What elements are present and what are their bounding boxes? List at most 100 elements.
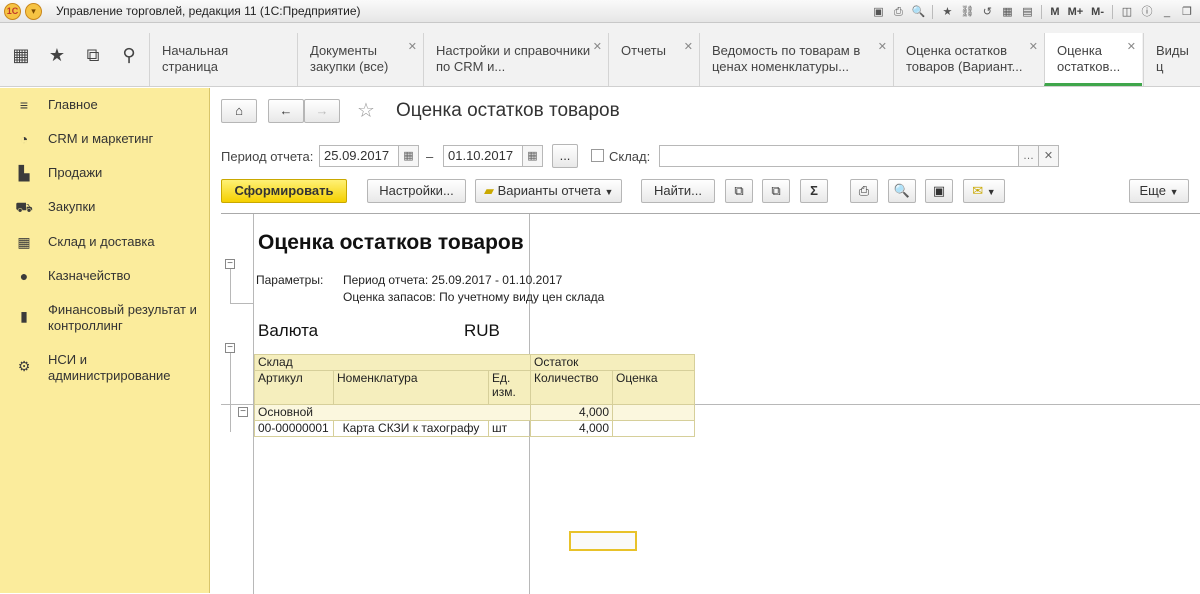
table-row[interactable]: 00-00000001 Карта СКЗИ к тахографу шт 4,…	[254, 420, 695, 437]
send-email-button[interactable]: ✉ ▼	[963, 179, 1005, 203]
parameter-valuation: Оценка запасов: По учетному виду цен скл…	[343, 290, 605, 304]
favorites-icon[interactable]: ★	[938, 3, 956, 21]
generate-button[interactable]: Сформировать	[221, 179, 347, 203]
print-icon[interactable]: ⎙	[850, 179, 878, 203]
qty-cell: 4,000	[530, 420, 613, 437]
collapse-toggle[interactable]: −	[225, 259, 235, 269]
report-variants-button[interactable]: ▰ Варианты отчета ▼	[475, 179, 622, 203]
date-from-field[interactable]: 25.09.2017	[319, 145, 399, 167]
period-select-button[interactable]: ...	[552, 144, 578, 168]
save-icon[interactable]: ▣	[869, 3, 887, 21]
tab-label: Оценка остатков товаров (Вариант...	[906, 43, 1023, 74]
tab-label: Документы закупки (все)	[310, 43, 389, 74]
print-icon[interactable]: ⎙	[889, 3, 907, 21]
group-line	[230, 348, 231, 432]
warehouse-field[interactable]	[659, 145, 1019, 167]
sidebar-item-admin[interactable]: ⚙ НСИ и администрирование	[0, 352, 210, 384]
tab-stock-valuation-variant[interactable]: Оценка остатков товаров (Вариант... ✕	[893, 33, 1044, 86]
preview-icon[interactable]: 🔍	[909, 3, 927, 21]
link-icon[interactable]: ⛓	[958, 3, 976, 21]
tab-label: Начальная страница	[162, 43, 229, 74]
restore-icon[interactable]: ❐	[1178, 3, 1196, 21]
sidebar-item-purchases[interactable]: ⛟ Закупки	[0, 199, 210, 218]
close-icon[interactable]: ✕	[878, 39, 887, 55]
sidebar-item-sales[interactable]: ▙ Продажи	[0, 165, 210, 182]
item-cell: Карта СКЗИ к тахографу	[333, 420, 489, 437]
parameters-label: Параметры:	[256, 273, 324, 287]
tab-label: Оценка остатков...	[1057, 43, 1121, 74]
calendar-icon[interactable]: ▦	[523, 145, 543, 167]
date-to-field[interactable]: 01.10.2017	[443, 145, 523, 167]
tab-reports[interactable]: Отчеты ✕	[608, 33, 699, 86]
forward-button[interactable]: →	[304, 99, 340, 123]
close-icon[interactable]: ✕	[593, 39, 602, 55]
cart-icon: ⛟	[15, 199, 33, 215]
select-button[interactable]: …	[1019, 145, 1039, 167]
collapse-toggle[interactable]: −	[238, 407, 248, 417]
calculator-icon[interactable]: ▦	[998, 3, 1016, 21]
coin-icon: ●	[19, 268, 29, 284]
info-icon[interactable]: ⓘ	[1138, 3, 1156, 21]
currency-value: RUB	[464, 321, 500, 340]
sidebar-item-finance[interactable]: ▮ Финансовый результат и контроллинг	[0, 302, 210, 334]
home-button[interactable]: ⌂	[221, 99, 257, 123]
calendar-icon[interactable]: ▤	[1018, 3, 1036, 21]
back-button[interactable]: ←	[268, 99, 304, 123]
close-icon[interactable]: ✕	[684, 39, 693, 55]
bag-icon: ▙	[18, 165, 30, 181]
find-button[interactable]: Найти...	[641, 179, 715, 203]
close-icon[interactable]: ✕	[408, 39, 417, 55]
group-name-cell: Основной	[254, 404, 531, 421]
sidebar-item-warehouse[interactable]: ▦ Склад и доставка	[0, 234, 210, 251]
arrow-left-icon: ←	[279, 103, 293, 118]
close-icon[interactable]: ✕	[1127, 39, 1136, 55]
save-icon[interactable]: ▣	[925, 179, 953, 203]
close-icon[interactable]: ✕	[1029, 39, 1038, 55]
calendar-icon[interactable]: ▦	[399, 145, 419, 167]
group-value-cell	[612, 404, 695, 421]
clear-icon[interactable]: ✕	[1039, 145, 1059, 167]
history-icon[interactable]: ⧉	[75, 37, 111, 73]
warehouse-checkbox[interactable]	[591, 149, 604, 162]
memory-add-button[interactable]: M+	[1065, 3, 1087, 21]
paste-icon[interactable]: ⧉	[762, 179, 790, 203]
sidebar-item-label: НСИ и администрирование	[48, 352, 171, 383]
memory-button[interactable]: M	[1047, 3, 1062, 21]
report-spreadsheet[interactable]: − − − Оценка остатков товаров Параметры:…	[221, 213, 1200, 594]
header-cell: Склад	[254, 354, 531, 371]
sidebar-item-main[interactable]: ≡ Главное	[0, 97, 210, 113]
tab-home[interactable]: Начальная страница	[149, 33, 297, 86]
history-icon[interactable]: ↺	[978, 3, 996, 21]
tab-stock-valuation[interactable]: Оценка остатков... ✕	[1044, 33, 1142, 86]
sidebar-item-crm[interactable]: ◔ CRM и маркетинг	[0, 131, 210, 147]
copy-icon[interactable]: ⧉	[725, 179, 753, 203]
report-variants-label: Варианты отчета	[497, 183, 601, 198]
tab-crm-settings[interactable]: Настройки и справочники по CRM и... ✕	[423, 33, 608, 86]
group-row[interactable]: Основной 4,000	[254, 404, 695, 421]
sum-button[interactable]: Σ	[800, 179, 828, 203]
header-cell: Остаток	[530, 354, 695, 371]
period-label: Период отчета:	[221, 149, 314, 164]
memory-subtract-button[interactable]: M-	[1088, 3, 1107, 21]
minimize-icon[interactable]: _	[1158, 3, 1176, 21]
sidebar-item-treasury[interactable]: ● Казначейство	[0, 268, 210, 284]
selected-cell[interactable]	[569, 531, 637, 551]
settings-button[interactable]: Настройки...	[367, 179, 466, 203]
chevron-down-icon: ▼	[986, 187, 996, 197]
header-cell: Артикул	[254, 370, 334, 405]
tab-price-types[interactable]: Виды ц	[1143, 33, 1200, 86]
envelope-icon: ✉	[972, 183, 984, 198]
main-menu-button[interactable]: ▾	[25, 3, 42, 20]
more-button[interactable]: Еще ▼	[1129, 179, 1189, 203]
tab-goods-statement[interactable]: Ведомость по товарам в ценах номенклатур…	[699, 33, 893, 86]
preview-icon[interactable]: 🔍	[888, 179, 916, 203]
star-icon[interactable]: ★	[39, 37, 75, 73]
header-cell: Ед. изм.	[488, 370, 531, 405]
favorite-star-icon[interactable]: ☆	[357, 98, 375, 123]
collapse-toggle[interactable]: −	[225, 343, 235, 353]
layout-icon[interactable]: ◫	[1118, 3, 1136, 21]
search-icon[interactable]: ⚲	[111, 37, 147, 73]
grid-icon[interactable]: ▦	[3, 37, 39, 73]
tab-purchase-docs[interactable]: Документы закупки (все) ✕	[297, 33, 423, 86]
currency-label: Валюта	[258, 321, 319, 340]
